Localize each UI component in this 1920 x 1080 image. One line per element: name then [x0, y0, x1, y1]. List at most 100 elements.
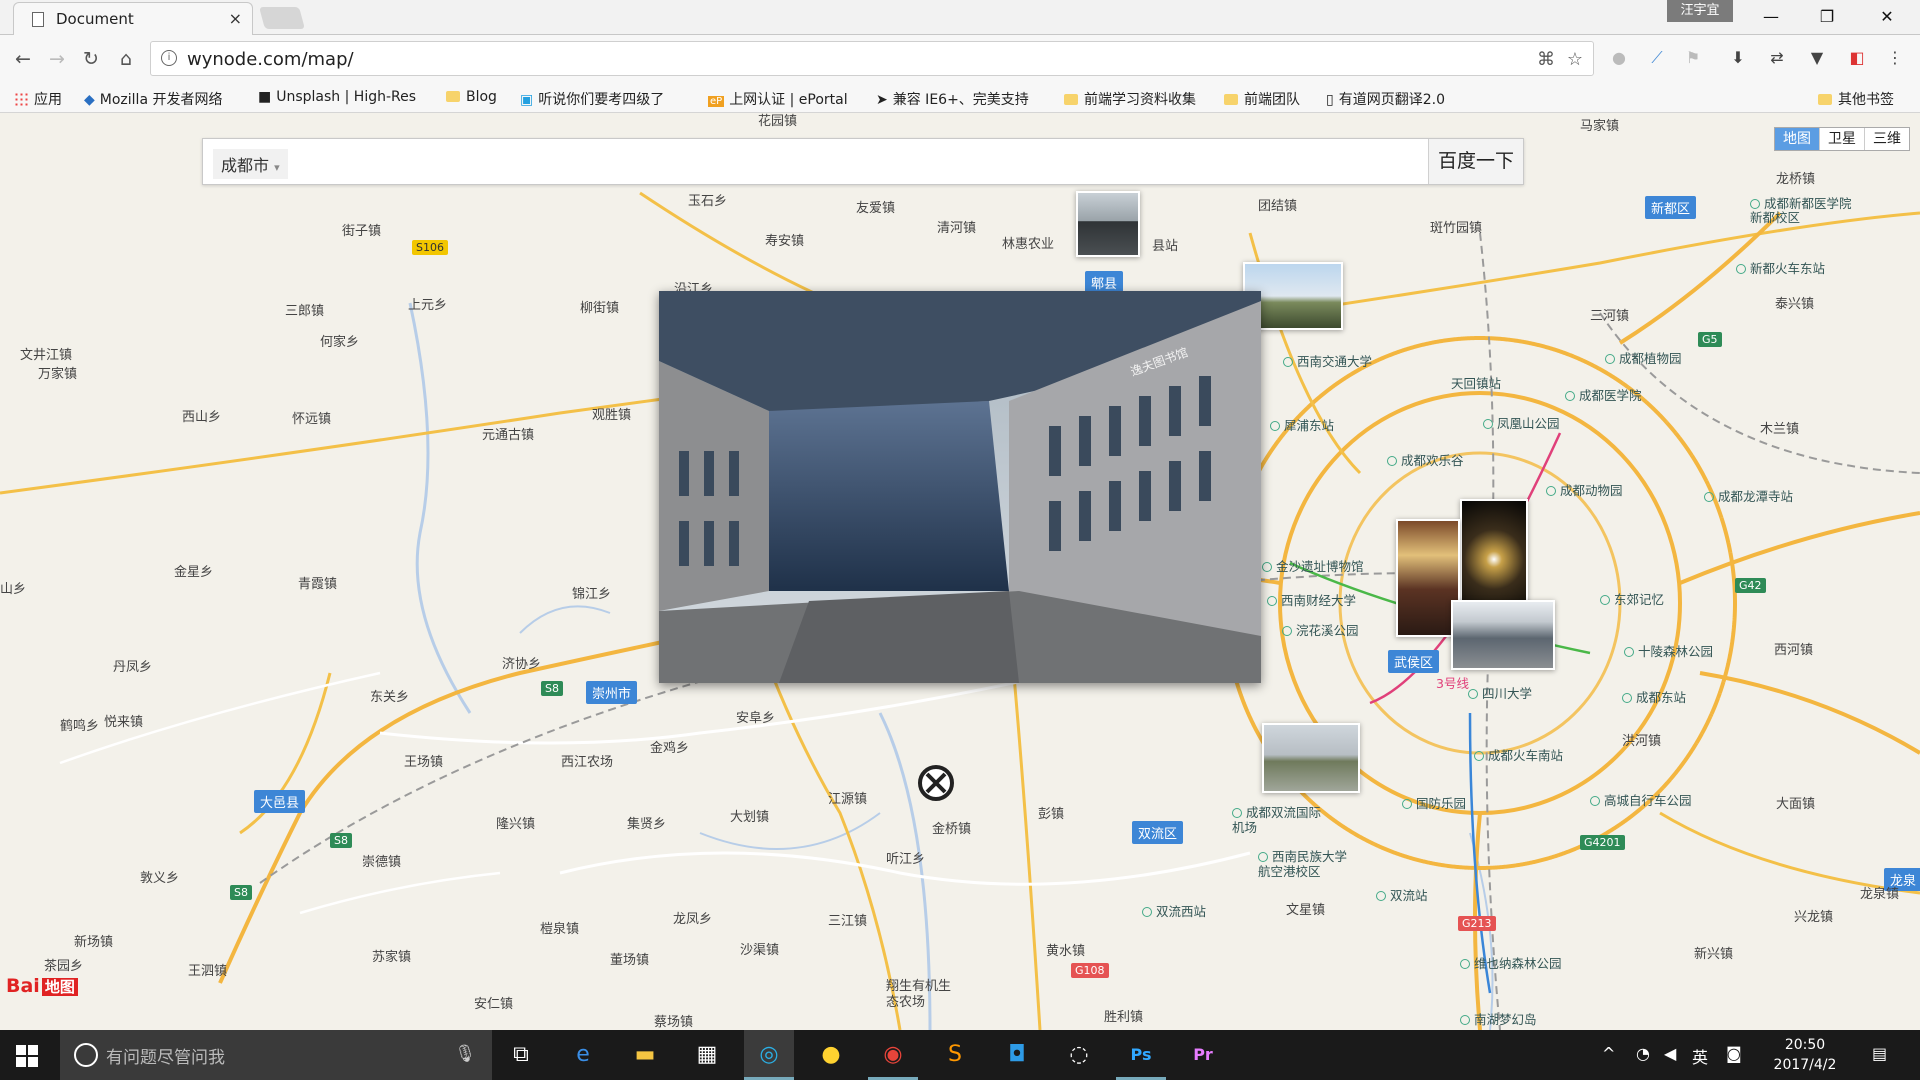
poi-label[interactable]: 维也纳森林公园 [1460, 953, 1562, 972]
poi-label[interactable]: 成都新都医学院新都校区 [1750, 197, 1860, 225]
photoshop-icon[interactable]: Ps [1116, 1030, 1166, 1080]
app-icon[interactable]: ● [806, 1030, 856, 1080]
bookmark-cet4[interactable]: ▣ 听说你们要考四级了 [520, 89, 664, 109]
extension-feather-icon[interactable]: ⟋ [1646, 47, 1668, 69]
bookmark-ie6[interactable]: ➤ 兼容 IE6+、完美支持 [876, 89, 1029, 109]
poi-label[interactable]: 成都火车南站 [1474, 745, 1563, 764]
district-label-dayi[interactable]: 大邑县 [254, 790, 306, 813]
download-icon[interactable]: ⬇ [1727, 47, 1749, 69]
bookmark-apps[interactable]: 应用 [14, 89, 62, 109]
bookmark-star-icon[interactable]: ☆ [1567, 49, 1583, 70]
site-info-icon[interactable]: i [161, 50, 177, 66]
poi-label[interactable]: 成都龙潭寺站 [1704, 486, 1793, 505]
poi-label[interactable]: 成都植物园 [1605, 348, 1682, 367]
poi-label[interactable]: 双流西站 [1142, 901, 1206, 920]
cortana-search-box[interactable]: 有问题尽管问我 🎙 [60, 1030, 492, 1080]
close-tab-icon[interactable]: × [229, 9, 242, 28]
file-explorer-icon[interactable]: ▬ [620, 1030, 670, 1080]
extension-grey-dot-icon[interactable]: ● [1608, 47, 1630, 69]
poi-label[interactable]: 四川大学 [1468, 683, 1532, 702]
map-type-map[interactable]: 地图 [1775, 128, 1819, 150]
baidu-map-logo[interactable]: Bai 地图 [4, 975, 78, 997]
profile-button[interactable]: 汪宇宜 [1667, 0, 1733, 22]
task-view-icon[interactable]: ⧉ [496, 1030, 546, 1080]
enlarged-photo[interactable]: 逸夫图书馆 [659, 291, 1261, 683]
poi-label[interactable]: 十陵森林公园 [1624, 641, 1713, 660]
close-cursor-icon[interactable] [918, 765, 954, 801]
store-icon[interactable]: ▦ [682, 1030, 732, 1080]
poi-label[interactable]: 成都欢乐谷 [1387, 450, 1464, 469]
bookmark-mdn[interactable]: ◆ Mozilla 开发者网络 [84, 89, 222, 109]
map-search-box[interactable]: 成都市 ▾ 百度一下 [202, 138, 1524, 185]
bookmark-other[interactable]: 其他书签 [1818, 89, 1894, 109]
sublime-icon[interactable]: S [930, 1030, 980, 1080]
new-tab-button[interactable] [259, 7, 305, 29]
poi-label[interactable]: 成都医学院 [1565, 385, 1642, 404]
poi-label[interactable]: 新都火车东站 [1736, 258, 1825, 277]
poi-label[interactable]: 东郊记忆 [1600, 589, 1664, 608]
bookmark-frontend-team[interactable]: 前端团队 [1224, 89, 1300, 109]
poi-label[interactable]: 西南财经大学 [1267, 590, 1356, 609]
extension-red-icon[interactable]: ◧ [1846, 47, 1868, 69]
input-language-indicator[interactable]: 英 [1692, 1044, 1708, 1068]
system-clock[interactable]: 20:50 2017/4/2 [1760, 1035, 1850, 1075]
search-submit-button[interactable]: 百度一下 [1428, 139, 1523, 184]
microphone-icon[interactable]: 🎙 [454, 1044, 476, 1064]
district-label-shuangliu[interactable]: 双流区 [1132, 821, 1184, 844]
map-type-satellite[interactable]: 卫星 [1819, 128, 1864, 150]
district-label-xindu[interactable]: 新都区 [1645, 196, 1697, 219]
restore-button[interactable]: ❐ [1800, 0, 1854, 35]
poi-label[interactable]: 国防乐园 [1402, 793, 1466, 812]
back-arrow-icon[interactable]: ← [10, 46, 36, 72]
photo-marker[interactable] [1076, 191, 1140, 257]
forward-arrow-icon[interactable]: → [44, 46, 70, 72]
photo-marker[interactable] [1451, 600, 1555, 670]
photo-marker[interactable] [1460, 499, 1528, 609]
poi-label[interactable]: 双流站 [1376, 885, 1428, 904]
chrome-icon[interactable]: ◉ [868, 1030, 918, 1080]
poi-label[interactable]: 浣花溪公园 [1282, 620, 1359, 639]
tray-overflow-icon[interactable]: ^ [1602, 1044, 1615, 1063]
bookmark-eportal[interactable]: eP 上网认证 | ePortal [708, 89, 848, 109]
app-tray-icon[interactable]: ◙ [1726, 1044, 1742, 1063]
poi-label[interactable]: 南湖梦幻岛 [1460, 1009, 1537, 1028]
poi-label[interactable]: 西南民族大学航空港校区 [1258, 849, 1348, 879]
app-icon[interactable]: ◘ [992, 1030, 1042, 1080]
url-text[interactable]: wynode.com/map/ [187, 49, 354, 70]
home-icon[interactable]: ⌂ [113, 46, 139, 72]
district-label-wuhou[interactable]: 武侯区 [1388, 650, 1440, 673]
action-center-icon[interactable]: ▤ [1872, 1044, 1887, 1063]
bookmark-frontend-resources[interactable]: 前端学习资料收集 [1064, 89, 1196, 109]
translate-icon[interactable]: ⌘ [1537, 49, 1555, 70]
browser-tab[interactable]: Document × [13, 2, 253, 35]
address-bar[interactable]: i wynode.com/map/ ⌘ ☆ [150, 41, 1594, 76]
menu-icon[interactable]: ⋮ [1884, 47, 1906, 69]
map-canvas[interactable]: 新都区 郫县 崇州市 大邑县 双流区 武侯区 龙泉 花园镇 马家镇 龙桥镇 玉石… [0, 113, 1920, 1030]
bookmark-blog[interactable]: Blog [446, 89, 497, 105]
volume-icon[interactable]: ◀ [1664, 1044, 1676, 1063]
poi-label[interactable]: 成都东站 [1622, 687, 1686, 706]
bookmark-unsplash[interactable]: ■ Unsplash | High-Res [258, 89, 416, 105]
city-selector[interactable]: 成都市 ▾ [213, 149, 288, 179]
app-icon[interactable]: ◎ [744, 1030, 794, 1080]
poi-label[interactable]: 犀浦东站 [1270, 415, 1334, 434]
extension-sync-icon[interactable]: ⇄ [1766, 47, 1788, 69]
poi-label[interactable]: 高城自行车公园 [1590, 790, 1692, 809]
network-icon[interactable]: ◔ [1636, 1044, 1650, 1063]
map-type-3d[interactable]: 三维 [1864, 128, 1909, 150]
pocket-icon[interactable]: ▼ [1806, 47, 1828, 69]
district-label-chongzhou[interactable]: 崇州市 [586, 681, 638, 704]
poi-label[interactable]: 成都双流国际机场 [1232, 805, 1322, 835]
app-icon[interactable]: ◌ [1054, 1030, 1104, 1080]
bookmark-youdao[interactable]: ▯ 有道网页翻译2.0 [1326, 89, 1445, 109]
minimize-button[interactable]: — [1744, 0, 1798, 35]
extension-flag-icon[interactable]: ⚑ [1682, 47, 1704, 69]
edge-icon[interactable]: e [558, 1030, 608, 1080]
poi-label[interactable]: 成都动物园 [1546, 480, 1623, 499]
poi-label[interactable]: 金沙遗址博物馆 [1262, 556, 1364, 575]
premiere-icon[interactable]: Pr [1178, 1030, 1228, 1080]
close-window-button[interactable]: ✕ [1860, 0, 1914, 35]
photo-marker[interactable] [1262, 723, 1360, 793]
map-search-input[interactable] [299, 145, 1409, 178]
poi-label[interactable]: 凤凰山公园 [1483, 413, 1560, 432]
